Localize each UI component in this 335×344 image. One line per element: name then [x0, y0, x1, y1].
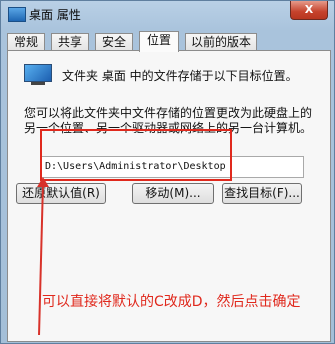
location-panel: 文件夹 桌面 中的文件存储于以下目标位置。 您可以将此文件夹中文件存储的位置更改… [7, 50, 331, 342]
tab-bar: 常规 共享 安全 位置 以前的版本 [7, 31, 327, 52]
tab-security[interactable]: 安全 [95, 33, 133, 51]
monitor-stand [31, 82, 45, 85]
restore-default-button[interactable]: 还原默认值(R) [16, 183, 106, 204]
close-button[interactable]: X [290, 1, 328, 20]
annotation-arrow-head [37, 177, 49, 187]
path-input[interactable]: D:\Users\Administrator\Desktop [40, 156, 304, 178]
annotation-arrow-line [38, 183, 44, 336]
move-button[interactable]: 移动(M)... [132, 183, 214, 204]
monitor-icon [24, 64, 52, 82]
tab-general[interactable]: 常规 [7, 33, 45, 51]
annotation-text: 可以直接将默认的C改成D，然后点击确定 [42, 294, 301, 310]
window-title: 桌面 属性 [29, 8, 81, 22]
tab-previous-versions[interactable]: 以前的版本 [185, 33, 257, 51]
find-target-button[interactable]: 查找目标(F)... [222, 183, 302, 204]
location-hint: 您可以将此文件夹中文件存储的位置更改为此硬盘上的另一个位置、另一个驱动器或网络上… [24, 106, 313, 135]
tab-sharing[interactable]: 共享 [51, 33, 89, 51]
title-bar[interactable]: 桌面 属性 X [1, 1, 334, 29]
tab-location[interactable]: 位置 [139, 31, 179, 52]
properties-window: 桌面 属性 X 常规 共享 安全 位置 以前的版本 文件夹 桌面 中的文件存储于… [0, 0, 335, 344]
desktop-folder-icon [24, 64, 52, 86]
folder-icon [8, 7, 26, 22]
location-description: 文件夹 桌面 中的文件存储于以下目标位置。 [62, 69, 298, 83]
